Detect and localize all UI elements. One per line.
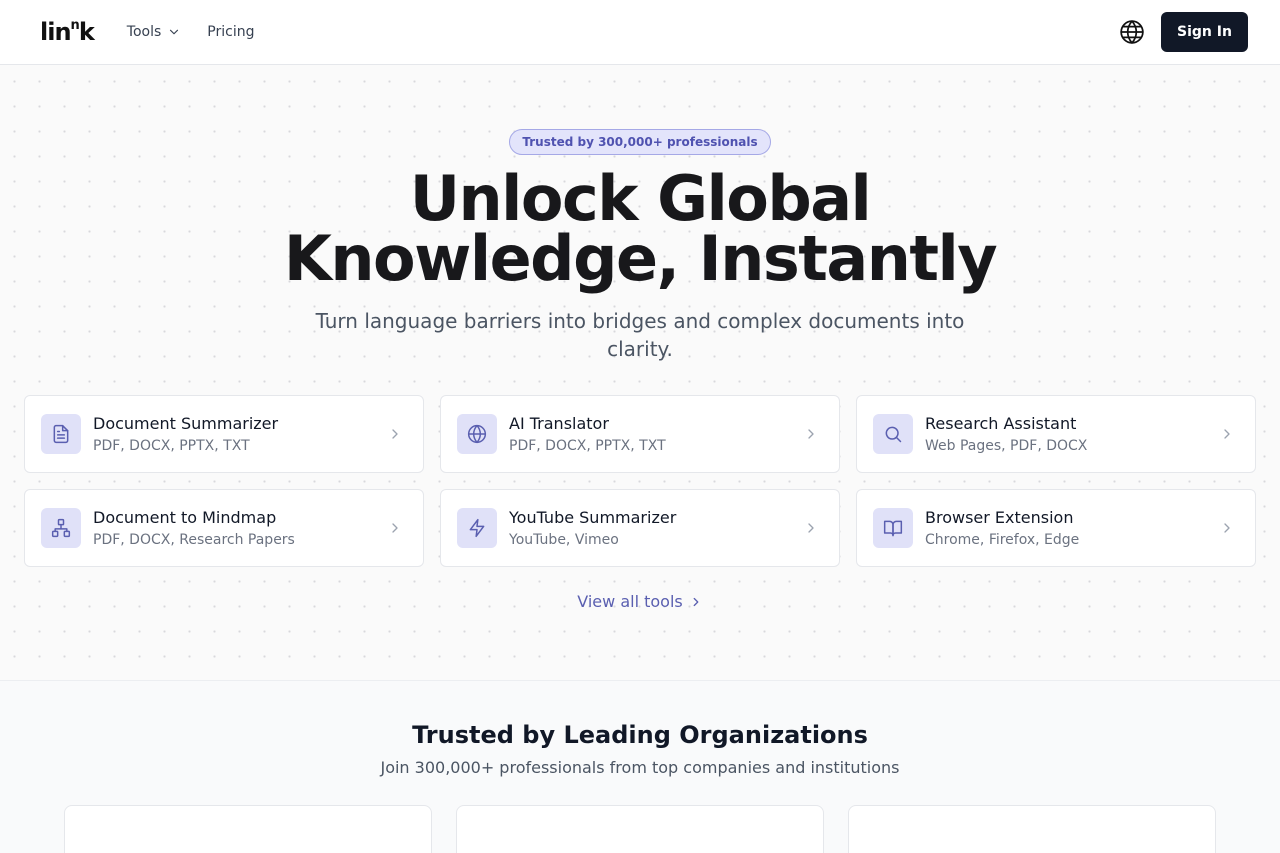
nav-tools-dropdown[interactable]: Tools (127, 24, 182, 40)
trusted-section: Trusted by Leading Organizations Join 30… (0, 680, 1280, 853)
tool-title: Document to Mindmap (93, 507, 277, 527)
chevron-right-icon (693, 597, 699, 606)
chevron-down-icon (170, 29, 179, 35)
view-all-container: View all tools (0, 592, 1280, 611)
chevron-right-icon (808, 523, 814, 533)
main-nav: Tools Pricing (127, 24, 255, 40)
nav-pricing-label: Pricing (207, 24, 255, 40)
tool-title: Document Summarizer (93, 413, 279, 433)
tool-formats: YouTube, Vimeo (509, 531, 619, 548)
chevron-right-icon (808, 429, 814, 439)
tool-formats: Web Pages, PDF, DOCX (925, 437, 1088, 454)
nav-pricing-link[interactable]: Pricing (207, 24, 254, 40)
nav-tools-label: Tools (126, 24, 162, 40)
tool-card-text: Research Assistant Web Pages, PDF, DOCX (925, 413, 1219, 456)
sign-in-button[interactable]: Sign In (1161, 12, 1248, 52)
tool-title: Research Assistant (925, 413, 1077, 433)
chevron-right-icon (1224, 429, 1230, 439)
logo[interactable]: lin n k (40, 18, 95, 46)
view-all-label: View all tools (577, 592, 683, 611)
chevron-right-icon (392, 429, 398, 439)
tool-formats: PDF, DOCX, PPTX, TXT (509, 437, 666, 454)
tool-title: YouTube Summarizer (509, 507, 677, 527)
tool-card-youtube-summarizer[interactable]: YouTube Summarizer YouTube, Vimeo (440, 489, 840, 567)
tool-icon-container (41, 508, 81, 548)
hero-section: Trusted by 300,000+ professionals Unlock… (0, 65, 1280, 680)
hero-title-line1: Unlock Global (409, 162, 872, 235)
trusted-badge: Trusted by 300,000+ professionals (509, 129, 771, 155)
tool-card-document-summarizer[interactable]: Document Summarizer PDF, DOCX, PPTX, TXT (24, 395, 424, 473)
tool-card-text: Browser Extension Chrome, Firefox, Edge (925, 507, 1219, 550)
tool-card-text: Document to Mindmap PDF, DOCX, Research … (93, 507, 387, 550)
tool-card-browser-extension[interactable]: Browser Extension Chrome, Firefox, Edge (856, 489, 1256, 567)
search-icon (885, 426, 902, 443)
tool-formats: PDF, DOCX, Research Papers (93, 531, 295, 548)
tools-grid: Document Summarizer PDF, DOCX, PPTX, TXT… (24, 395, 1256, 567)
globe-icon (467, 424, 487, 444)
chevron-right-icon (392, 523, 398, 533)
chevron-right-icon (1224, 523, 1230, 533)
lightning-icon (469, 518, 485, 538)
logo-text-sup: n (70, 18, 80, 33)
tool-card-text: Document Summarizer PDF, DOCX, PPTX, TXT (93, 413, 387, 456)
tool-icon-container (873, 414, 913, 454)
tool-card-text: AI Translator PDF, DOCX, PPTX, TXT (509, 413, 803, 456)
tool-icon-container (457, 414, 497, 454)
globe-icon (1120, 20, 1144, 44)
tool-title: AI Translator (509, 413, 609, 433)
logo-text-end: k (78, 18, 95, 46)
book-icon (883, 520, 903, 537)
view-all-tools-link[interactable]: View all tools (577, 592, 702, 611)
header-actions: Sign In (1118, 12, 1248, 52)
trusted-subtitle: Join 300,000+ professionals from top com… (380, 758, 900, 777)
tool-card-ai-translator[interactable]: AI Translator PDF, DOCX, PPTX, TXT (440, 395, 840, 473)
tool-icon-container (41, 414, 81, 454)
document-icon (53, 424, 69, 444)
tool-formats: PDF, DOCX, PPTX, TXT (93, 437, 250, 454)
trusted-title: Trusted by Leading Organizations (412, 721, 868, 749)
tool-title: Browser Extension (925, 507, 1074, 527)
tool-card-text: YouTube Summarizer YouTube, Vimeo (509, 507, 803, 550)
organization-card (848, 805, 1216, 853)
tool-formats: Chrome, Firefox, Edge (925, 531, 1080, 548)
hero-subtitle: Turn language barriers into bridges and … (315, 309, 965, 361)
tool-card-document-to-mindmap[interactable]: Document to Mindmap PDF, DOCX, Research … (24, 489, 424, 567)
mindmap-icon (51, 518, 71, 538)
organization-card (456, 805, 824, 853)
tool-card-research-assistant[interactable]: Research Assistant Web Pages, PDF, DOCX (856, 395, 1256, 473)
tool-icon-container (873, 508, 913, 548)
hero-title-line2: Knowledge, Instantly (283, 222, 998, 295)
logo-text-base: lin (40, 18, 72, 46)
tool-icon-container (457, 508, 497, 548)
site-header: lin n k Tools Pricing Sign In (0, 0, 1280, 65)
organization-card (64, 805, 432, 853)
language-button[interactable] (1118, 18, 1146, 46)
hero-title: Unlock Global Knowledge, Instantly (0, 162, 1280, 295)
